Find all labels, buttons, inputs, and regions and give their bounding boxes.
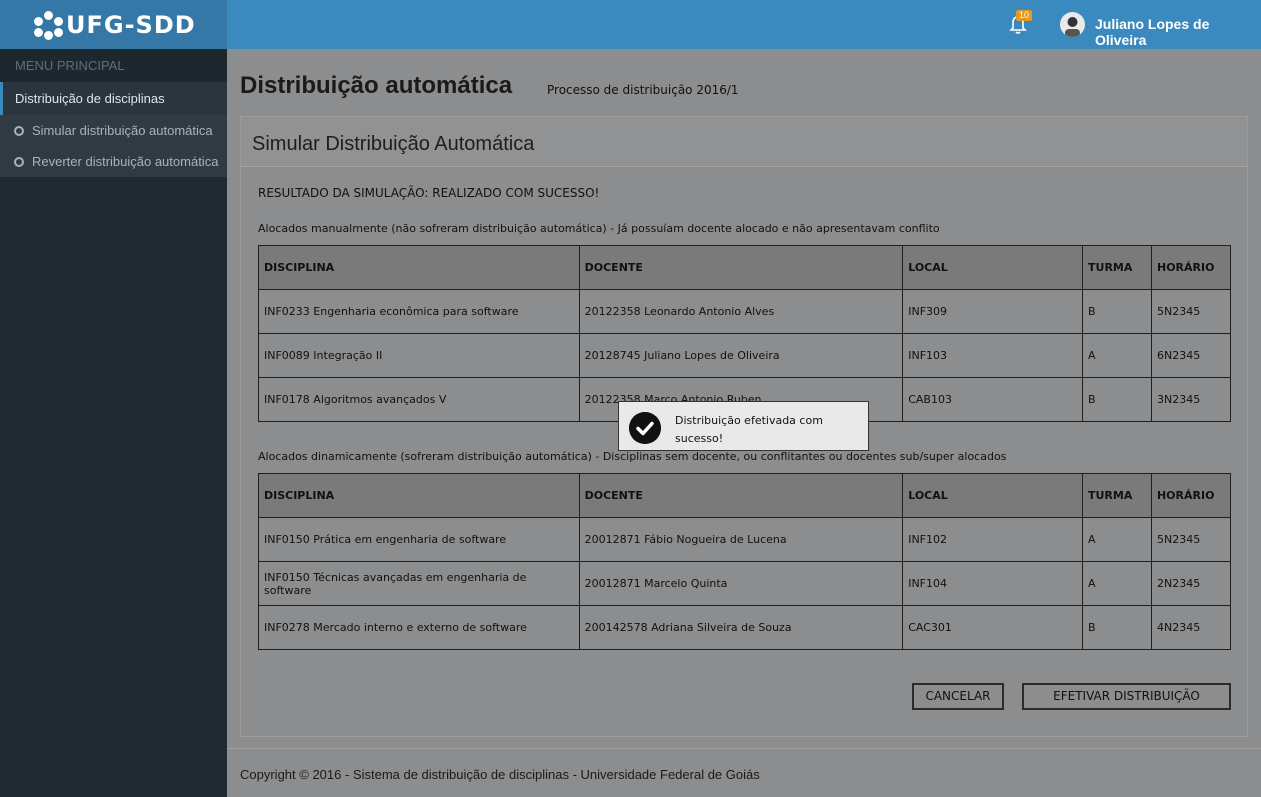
column-header[interactable]: LOCAL xyxy=(902,473,1083,518)
column-header[interactable]: TURMA xyxy=(1082,245,1152,290)
success-toast[interactable]: Distribuição efetivada com sucesso! xyxy=(618,401,869,451)
sidebar-item-reverter[interactable]: Reverter distribuição automática xyxy=(0,146,227,177)
cell-docente: 20012871 Marcelo Quinta xyxy=(578,561,904,606)
cell-horario: 5N2345 xyxy=(1150,517,1232,562)
process-label: Processo de distribuição 2016/1 xyxy=(547,83,739,97)
manual-table: DISCIPLINA DOCENTE LOCAL TURMA HORÁRIO I… xyxy=(258,245,1232,422)
cell-turma: B xyxy=(1082,605,1152,650)
circle-icon xyxy=(14,126,24,136)
menu-heading: MENU PRINCIPAL xyxy=(0,49,227,82)
confirm-distribution-button[interactable]: EFETIVAR DISTRIBUIÇÃO xyxy=(1022,683,1231,710)
table-header-row: DISCIPLINA DOCENTE LOCAL TURMA HORÁRIO xyxy=(258,245,1232,290)
cell-local: INF104 xyxy=(902,561,1083,606)
check-circle-icon xyxy=(629,412,661,444)
column-header[interactable]: DOCENTE xyxy=(578,473,904,518)
table-row[interactable]: INF0150 Prática em engenharia de softwar… xyxy=(258,517,1232,562)
cell-horario: 5N2345 xyxy=(1150,289,1232,334)
sidebar-item-label: Reverter distribuição automática xyxy=(32,154,219,169)
column-header[interactable]: LOCAL xyxy=(902,245,1084,290)
panel-title: Simular Distribuição Automática xyxy=(241,117,1247,167)
circle-icon xyxy=(14,157,24,167)
hexagon-logo-icon xyxy=(34,10,64,40)
cell-local: INF102 xyxy=(902,517,1083,562)
cell-horario: 3N2345 xyxy=(1150,377,1232,422)
page-title: Distribuição automática xyxy=(240,72,513,99)
table-row[interactable]: INF0278 Mercado interno e externo de sof… xyxy=(258,605,1232,650)
user-name[interactable]: Juliano Lopes de Oliveira xyxy=(1095,16,1261,48)
sidebar-item-distribuicao[interactable]: Distribuição de disciplinas xyxy=(0,82,227,115)
avatar[interactable] xyxy=(1060,12,1085,37)
cell-turma: B xyxy=(1082,377,1152,422)
toast-message: Distribuição efetivada com sucesso! xyxy=(675,414,823,445)
cell-docente: 20122358 Leonardo Antonio Alves xyxy=(578,289,904,334)
user-avatar-icon xyxy=(1065,17,1080,37)
cell-docente: 20128745 Juliano Lopes de Oliveira xyxy=(578,333,904,378)
manual-section-label: Alocados manualmente (não sofreram distr… xyxy=(258,222,940,235)
cell-docente: 20012871 Fábio Nogueira de Lucena xyxy=(578,517,904,562)
sidebar-item-simular[interactable]: Simular distribuição automática xyxy=(0,115,227,146)
cell-turma: A xyxy=(1082,561,1152,606)
cell-turma: B xyxy=(1082,289,1152,334)
table-row[interactable]: INF0233 Engenharia econômica para softwa… xyxy=(258,289,1232,334)
cell-docente: 200142578 Adriana Silveira de Souza xyxy=(578,605,904,650)
cell-local: INF309 xyxy=(902,289,1084,334)
table-header-row: DISCIPLINA DOCENTE LOCAL TURMA HORÁRIO xyxy=(258,473,1232,518)
cell-turma: A xyxy=(1082,333,1152,378)
cell-disciplina: INF0089 Integração II xyxy=(258,333,580,378)
cell-disciplina: INF0178 Algoritmos avançados V xyxy=(258,377,580,422)
cell-disciplina: INF0278 Mercado interno e externo de sof… xyxy=(258,605,580,650)
brand-name: UFG-SDD xyxy=(66,10,196,39)
table-row[interactable]: INF0089 Integração II 20128745 Juliano L… xyxy=(258,333,1232,378)
dynamic-section-label: Alocados dinamicamente (sofreram distrib… xyxy=(258,450,1007,463)
column-header[interactable]: DOCENTE xyxy=(578,245,904,290)
cell-disciplina: INF0150 Prática em engenharia de softwar… xyxy=(258,517,580,562)
column-header[interactable]: DISCIPLINA xyxy=(258,245,580,290)
cell-disciplina: INF0150 Técnicas avançadas em engenharia… xyxy=(258,561,580,606)
result-message: RESULTADO DA SIMULAÇÃO: REALIZADO COM SU… xyxy=(258,186,600,200)
dynamic-table: DISCIPLINA DOCENTE LOCAL TURMA HORÁRIO I… xyxy=(258,473,1232,650)
column-header[interactable]: HORÁRIO xyxy=(1150,473,1232,518)
sidebar: MENU PRINCIPAL Distribuição de disciplin… xyxy=(0,49,227,797)
cell-horario: 4N2345 xyxy=(1150,605,1232,650)
cell-horario: 2N2345 xyxy=(1150,561,1232,606)
column-header[interactable]: TURMA xyxy=(1082,473,1152,518)
cancel-button[interactable]: CANCELAR xyxy=(912,683,1004,710)
brand-logo[interactable]: UFG-SDD xyxy=(0,0,227,49)
top-bar: UFG-SDD 10 Juliano Lopes de Oliveira xyxy=(0,0,1261,49)
table-row[interactable]: INF0150 Técnicas avançadas em engenharia… xyxy=(258,561,1232,606)
cell-disciplina: INF0233 Engenharia econômica para softwa… xyxy=(258,289,580,334)
cell-horario: 6N2345 xyxy=(1150,333,1232,378)
notification-badge: 10 xyxy=(1016,10,1033,21)
cell-local: INF103 xyxy=(902,333,1084,378)
column-header[interactable]: DISCIPLINA xyxy=(258,473,580,518)
cell-local: CAC301 xyxy=(902,605,1083,650)
footer: Copyright © 2016 - Sistema de distribuiç… xyxy=(227,748,1261,797)
sidebar-item-label: Simular distribuição automática xyxy=(32,123,213,138)
column-header[interactable]: HORÁRIO xyxy=(1150,245,1232,290)
cell-local: CAB103 xyxy=(902,377,1084,422)
cell-turma: A xyxy=(1082,517,1152,562)
